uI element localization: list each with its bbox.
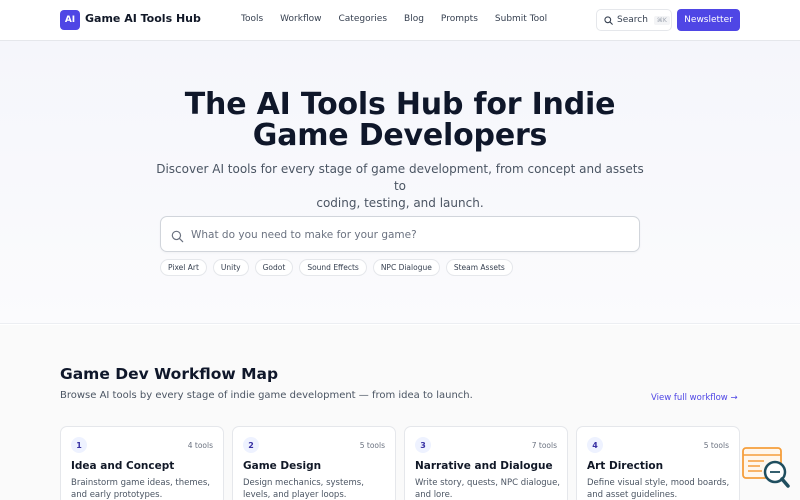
nav-blog[interactable]: Blog: [404, 14, 424, 24]
tool-count: 5 tools: [703, 441, 729, 450]
card-description: Brainstorm game ideas, themes, and early…: [71, 478, 211, 500]
hero-title-line1: The AI Tools Hub for Indie: [184, 87, 616, 122]
stage-number: 3: [415, 437, 431, 453]
card-title: Idea and Concept: [71, 460, 175, 472]
hero-search-input[interactable]: [191, 226, 621, 244]
workflow-card-narrative[interactable]: 3 7 tools Narrative and Dialogue Write s…: [404, 426, 568, 500]
card-title: Art Direction: [587, 460, 664, 472]
tag-unity[interactable]: Unity: [212, 259, 249, 276]
workflow-cards: 1 4 tools Idea and Concept Brainstorm ga…: [60, 426, 740, 500]
hero-search-box[interactable]: [160, 216, 640, 252]
nav-workflow[interactable]: Workflow: [280, 14, 321, 24]
nav-categories[interactable]: Categories: [339, 14, 388, 24]
card-title: Game Design: [243, 460, 322, 472]
card-description: Design mechanics, systems, levels, and p…: [243, 478, 364, 500]
tool-count: 7 tools: [531, 441, 557, 450]
hero-title: The AI Tools Hub for Indie Game Develope…: [0, 89, 800, 151]
workflow-card-art-direction[interactable]: 4 5 tools Art Direction Define visual st…: [576, 426, 740, 500]
tag-steam-assets[interactable]: Steam Assets: [445, 259, 513, 276]
search-icon: [171, 228, 184, 247]
card-description: Define visual style, mood boards, and as…: [587, 478, 730, 500]
stage-number: 2: [243, 437, 259, 453]
newsletter-button[interactable]: Newsletter: [677, 9, 740, 31]
nav-prompts[interactable]: Prompts: [441, 14, 478, 24]
tag-godot[interactable]: Godot: [254, 259, 294, 276]
floating-help-widget[interactable]: [742, 446, 792, 490]
stage-number: 4: [587, 437, 603, 453]
main-nav: Tools Workflow Categories Blog Prompts S…: [241, 14, 564, 24]
tag-sound-effects[interactable]: Sound Effects: [299, 259, 367, 276]
hero-section: The AI Tools Hub for Indie Game Develope…: [0, 41, 800, 324]
card-description: Write story, quests, NPC dialogue, and l…: [415, 478, 561, 500]
hero-subtitle: Discover AI tools for every stage of gam…: [150, 161, 650, 212]
workflow-card-game-design[interactable]: 2 5 tools Game Design Design mechanics, …: [232, 426, 396, 500]
header-search-button[interactable]: Search ⌘K: [596, 9, 672, 31]
workflow-section: Game Dev Workflow Map Browse AI tools by…: [0, 325, 800, 500]
hero-title-line2: Game Developers: [252, 118, 548, 153]
search-label: Search: [617, 15, 648, 25]
workflow-card-idea[interactable]: 1 4 tools Idea and Concept Brainstorm ga…: [60, 426, 224, 500]
site-title[interactable]: Game AI Tools Hub: [85, 12, 201, 25]
search-icon: [604, 15, 613, 25]
shortcut-badge: ⌘K: [653, 15, 670, 25]
popular-tags: Pixel Art Unity Godot Sound Effects NPC …: [160, 259, 513, 276]
hero-subtitle-line2: coding, testing, and launch.: [316, 196, 484, 210]
workflow-subtitle: Browse AI tools by every stage of indie …: [60, 390, 473, 401]
card-title: Narrative and Dialogue: [415, 460, 553, 472]
stage-number: 1: [71, 437, 87, 453]
tag-pixel-art[interactable]: Pixel Art: [160, 259, 207, 276]
tool-count: 4 tools: [187, 441, 213, 450]
view-full-workflow-link[interactable]: View full workflow →: [651, 393, 738, 403]
tool-count: 5 tools: [359, 441, 385, 450]
workflow-title: Game Dev Workflow Map: [60, 365, 279, 383]
nav-tools[interactable]: Tools: [241, 14, 263, 24]
nav-submit-tool[interactable]: Submit Tool: [495, 14, 547, 24]
tag-npc-dialogue[interactable]: NPC Dialogue: [372, 259, 440, 276]
browser-search-icon: [742, 447, 790, 488]
hero-subtitle-line1: Discover AI tools for every stage of gam…: [156, 162, 644, 193]
top-navbar: AI Game AI Tools Hub Tools Workflow Cate…: [0, 0, 800, 41]
logo-badge[interactable]: AI: [60, 10, 80, 30]
